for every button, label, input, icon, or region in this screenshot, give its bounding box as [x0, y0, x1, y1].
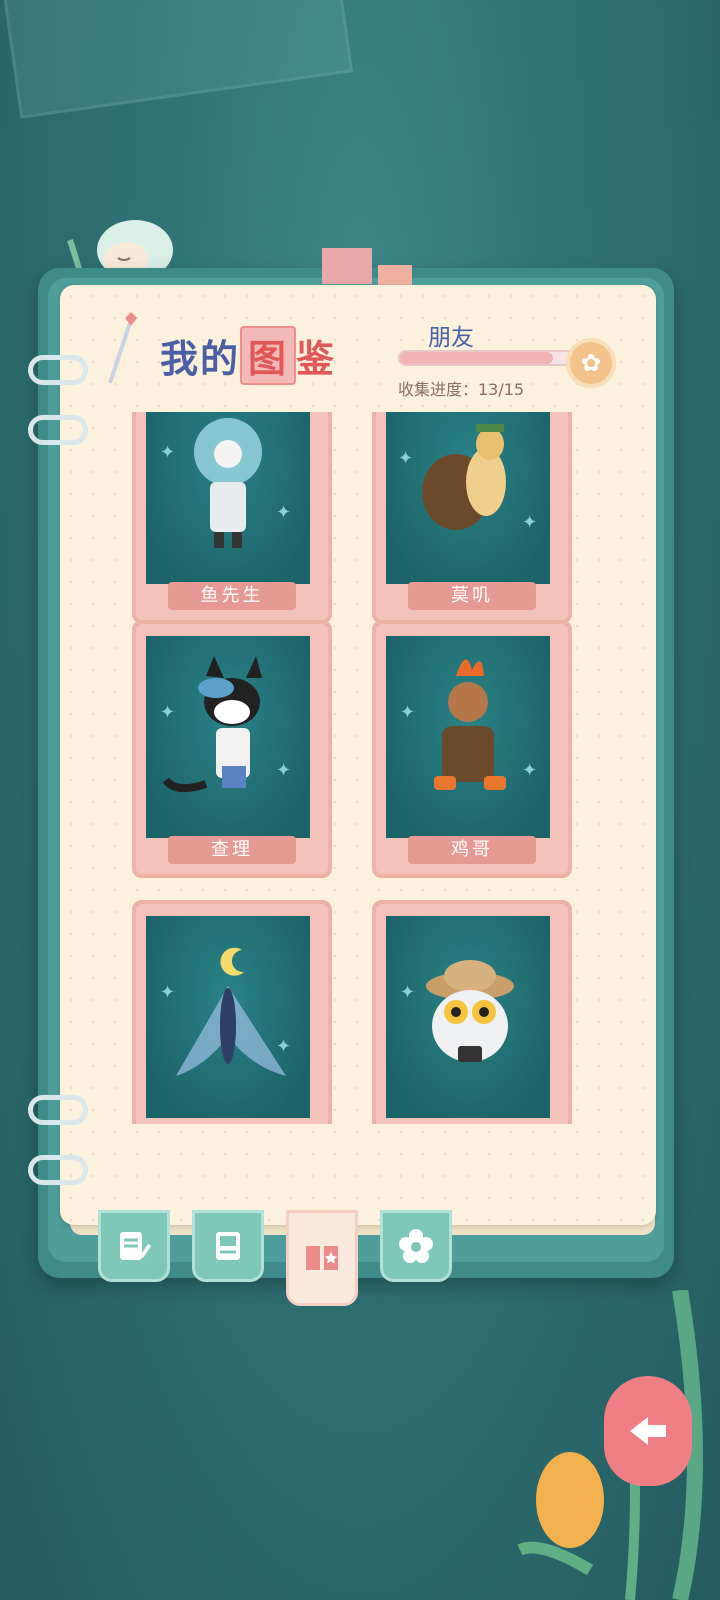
collection-progress-bar [398, 350, 578, 366]
gift-icon: ✿ [580, 349, 602, 377]
flower-badge-icon [399, 1229, 433, 1263]
tab-collection-book[interactable] [286, 1210, 358, 1306]
tape-pink [322, 248, 372, 284]
card-name: 莫叽 [408, 582, 536, 610]
category-label: 朋友 [428, 325, 474, 351]
rooster-character-icon [434, 659, 506, 790]
binder-ring [28, 1095, 88, 1125]
collection-card[interactable]: ✦ ✦ 鱼先生 [132, 412, 332, 624]
photo-album-icon [216, 1232, 240, 1260]
charlie-cat-character-icon [162, 656, 262, 793]
sparkle-icon: ✦ [400, 702, 416, 723]
moon-moth-character-icon [176, 947, 286, 1076]
binder-ring [28, 1155, 88, 1185]
card-portrait: ✦ ✦ [146, 412, 310, 584]
sparkle-icon: ✦ [276, 760, 292, 781]
card-portrait: ✦ ✦ [386, 636, 550, 838]
mr-fish-character-icon [194, 418, 262, 548]
collection-card[interactable]: ✦ ✦ [132, 900, 332, 1124]
title-suffix: 鉴 [296, 337, 337, 381]
card-name: 查理 [168, 836, 296, 864]
collection-card[interactable]: ✦ ✦ 莫叽 [372, 412, 572, 624]
title-text: 我的 [160, 337, 241, 381]
reward-gift-button[interactable]: ✿ [566, 338, 616, 388]
progress-label: 收集进度：13/15 [398, 380, 525, 399]
collection-grid[interactable]: ✦ ✦ 鱼先生 ✦ ✦ 莫叽 ✦ ✦ 查理 ✦ ✦ 鸡哥 ✦ ✦ ✦ [120, 412, 600, 1124]
progress-fill [400, 352, 553, 364]
sparkle-icon: ✦ [522, 512, 538, 533]
sparkle-icon: ✦ [400, 982, 416, 1003]
sparkle-icon: ✦ [160, 702, 176, 723]
sparkle-icon: ✦ [276, 1036, 292, 1057]
tape-peach [378, 265, 412, 287]
card-portrait: ✦ ✦ [146, 916, 310, 1118]
page-title: 我的图鉴 [108, 308, 390, 388]
title-highlight: 图 [240, 326, 297, 385]
tab-notebook[interactable] [98, 1210, 170, 1282]
sparkle-icon: ✦ [160, 442, 176, 463]
binder-ring [28, 415, 88, 445]
tab-photo-album[interactable] [192, 1210, 264, 1282]
collection-card[interactable]: ✦ ✦ 鸡哥 [372, 620, 572, 878]
collection-card[interactable]: ✦ ✦ 查理 [132, 620, 332, 878]
turtle-character-icon [422, 424, 506, 530]
card-portrait: ✦ ✦ [386, 412, 550, 584]
card-name: 鱼先生 [168, 582, 296, 610]
collection-card[interactable]: ✦ [372, 900, 572, 1124]
owl-explorer-character-icon [426, 960, 514, 1062]
tab-flower-badge[interactable] [380, 1210, 452, 1282]
card-name: 鸡哥 [408, 836, 536, 864]
collection-book-icon [306, 1246, 338, 1270]
sparkle-icon: ✦ [398, 448, 414, 469]
sparkle-icon: ✦ [160, 982, 176, 1003]
sparkle-icon: ✦ [276, 502, 292, 523]
card-portrait: ✦ ✦ [146, 636, 310, 838]
sparkle-icon: ✦ [522, 760, 538, 781]
arrow-left-icon [630, 1417, 666, 1445]
back-button[interactable] [604, 1376, 692, 1486]
card-portrait: ✦ [386, 916, 550, 1118]
notebook-pencil-icon [120, 1232, 151, 1260]
binder-ring [28, 355, 88, 385]
